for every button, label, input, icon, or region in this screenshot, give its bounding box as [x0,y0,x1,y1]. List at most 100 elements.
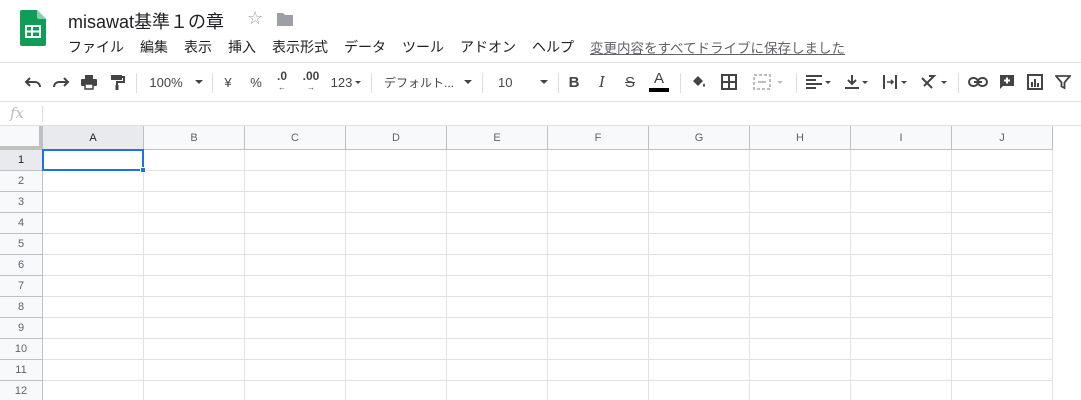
percent-format-button[interactable]: % [246,63,266,101]
menu-format[interactable]: 表示形式 [264,37,336,57]
insert-link-button[interactable] [966,63,990,101]
cell-b11[interactable] [144,360,245,381]
cell-c3[interactable] [245,192,346,213]
menu-file[interactable]: ファイル [60,37,132,57]
row-header-8[interactable]: 8 [0,297,43,318]
menu-view[interactable]: 表示 [176,37,220,57]
column-header-j[interactable]: J [952,126,1053,150]
cell-j8[interactable] [952,297,1053,318]
column-header-c[interactable]: C [245,126,346,150]
cell-b5[interactable] [144,234,245,255]
cell-j6[interactable] [952,255,1053,276]
column-header-i[interactable]: I [851,126,952,150]
cell-e8[interactable] [447,297,548,318]
cell-j12[interactable] [952,381,1053,400]
text-rotation-button[interactable] [916,63,950,101]
zoom-select[interactable]: 100% [146,63,206,101]
cell-g9[interactable] [649,318,750,339]
cell-j2[interactable] [952,171,1053,192]
cell-b7[interactable] [144,276,245,297]
cell-h12[interactable] [750,381,851,400]
cell-e3[interactable] [447,192,548,213]
row-header-5[interactable]: 5 [0,234,43,255]
cell-b2[interactable] [144,171,245,192]
cell-h8[interactable] [750,297,851,318]
bold-button[interactable]: B [566,63,582,101]
cell-e2[interactable] [447,171,548,192]
cell-f10[interactable] [548,339,649,360]
cell-h9[interactable] [750,318,851,339]
cell-h6[interactable] [750,255,851,276]
cell-c11[interactable] [245,360,346,381]
cell-i6[interactable] [851,255,952,276]
cell-i7[interactable] [851,276,952,297]
cell-i1[interactable] [851,150,952,171]
cell-f4[interactable] [548,213,649,234]
cell-j7[interactable] [952,276,1053,297]
menu-insert[interactable]: 挿入 [220,37,264,57]
menu-addons[interactable]: アドオン [452,37,524,57]
cell-b3[interactable] [144,192,245,213]
cell-d3[interactable] [346,192,447,213]
fill-color-button[interactable] [688,63,710,101]
cell-c1[interactable] [245,150,346,171]
cell-j4[interactable] [952,213,1053,234]
cell-h3[interactable] [750,192,851,213]
text-wrapping-button[interactable] [878,63,910,101]
cell-i5[interactable] [851,234,952,255]
cell-h2[interactable] [750,171,851,192]
row-header-3[interactable]: 3 [0,192,43,213]
cell-g11[interactable] [649,360,750,381]
fill-handle[interactable] [140,167,146,173]
insert-comment-button[interactable] [996,63,1018,101]
column-header-g[interactable]: G [649,126,750,150]
cell-d5[interactable] [346,234,447,255]
column-header-e[interactable]: E [447,126,548,150]
cell-f9[interactable] [548,318,649,339]
cell-g8[interactable] [649,297,750,318]
italic-button[interactable]: I [594,63,610,101]
cell-e1[interactable] [447,150,548,171]
cell-b1[interactable] [144,150,245,171]
paint-format-button[interactable] [106,63,128,101]
cell-f8[interactable] [548,297,649,318]
document-title[interactable]: misawat基準１の章 [68,8,224,34]
cell-g5[interactable] [649,234,750,255]
cell-b9[interactable] [144,318,245,339]
cell-a10[interactable] [43,339,144,360]
cell-b4[interactable] [144,213,245,234]
cell-i9[interactable] [851,318,952,339]
cell-c7[interactable] [245,276,346,297]
row-header-6[interactable]: 6 [0,255,43,276]
cell-f3[interactable] [548,192,649,213]
cell-f11[interactable] [548,360,649,381]
cell-e11[interactable] [447,360,548,381]
cell-j5[interactable] [952,234,1053,255]
cell-h10[interactable] [750,339,851,360]
cell-g7[interactable] [649,276,750,297]
cell-f7[interactable] [548,276,649,297]
cell-e6[interactable] [447,255,548,276]
cell-i4[interactable] [851,213,952,234]
cell-g2[interactable] [649,171,750,192]
cell-b12[interactable] [144,381,245,400]
cell-g3[interactable] [649,192,750,213]
cell-d1[interactable] [346,150,447,171]
cell-c2[interactable] [245,171,346,192]
text-color-button[interactable]: A [648,63,670,101]
cell-d7[interactable] [346,276,447,297]
cell-g6[interactable] [649,255,750,276]
cell-c4[interactable] [245,213,346,234]
cell-d2[interactable] [346,171,447,192]
row-header-2[interactable]: 2 [0,171,43,192]
menu-tools[interactable]: ツール [394,37,452,57]
cell-d6[interactable] [346,255,447,276]
cell-g10[interactable] [649,339,750,360]
cell-c8[interactable] [245,297,346,318]
cell-a9[interactable] [43,318,144,339]
row-header-10[interactable]: 10 [0,339,43,360]
cell-h7[interactable] [750,276,851,297]
cell-b6[interactable] [144,255,245,276]
cell-f2[interactable] [548,171,649,192]
print-button[interactable] [78,63,100,101]
